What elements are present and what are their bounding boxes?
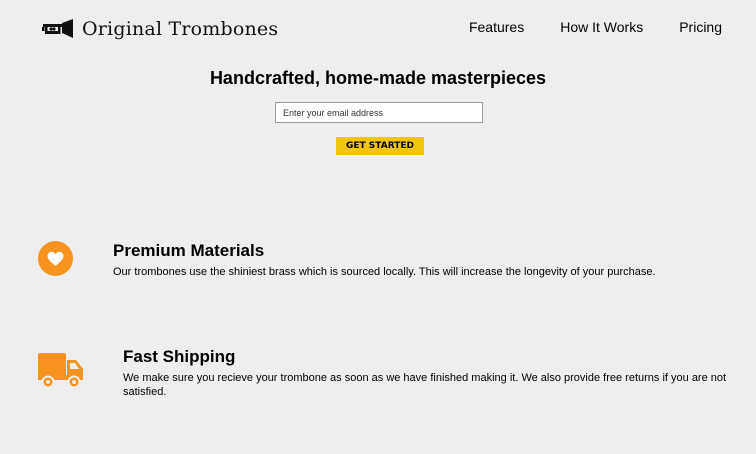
get-started-button[interactable]: GET STARTED xyxy=(336,137,424,155)
feature-description: We make sure you recieve your trombone a… xyxy=(123,372,727,398)
hero: Handcrafted, home-made masterpieces xyxy=(0,68,756,89)
heart-icon xyxy=(38,241,73,281)
feature-title: Premium Materials xyxy=(113,241,265,260)
nav-link-pricing[interactable]: Pricing xyxy=(679,19,722,35)
nav-link-how-it-works[interactable]: How It Works xyxy=(560,19,643,35)
hero-title: Handcrafted, home-made masterpieces xyxy=(209,68,547,88)
feature-description: Our trombones use the shiniest brass whi… xyxy=(113,266,656,278)
email-input[interactable] xyxy=(275,102,483,123)
trombone-icon xyxy=(42,18,76,40)
brand-name: Original Trombones xyxy=(82,18,279,40)
main-nav: Features How It Works Pricing xyxy=(469,19,722,35)
logo[interactable]: Original Trombones xyxy=(42,18,278,40)
nav-link-features[interactable]: Features xyxy=(469,19,524,35)
header: Original Trombones Features How It Works… xyxy=(0,0,756,60)
truck-icon xyxy=(38,353,84,394)
feature-title: Fast Shipping xyxy=(123,347,236,366)
